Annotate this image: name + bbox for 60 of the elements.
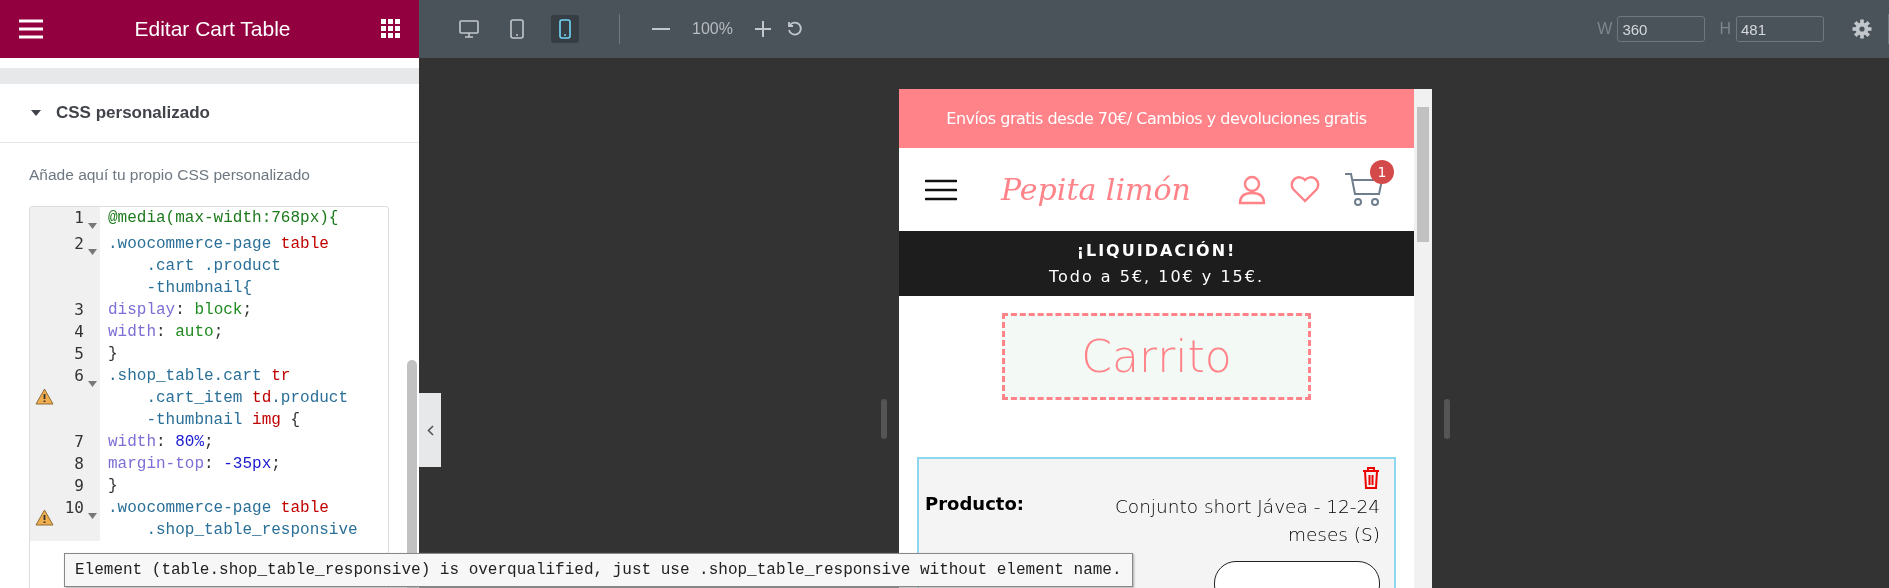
line-number: 1 [73,207,84,229]
mobile-view-button[interactable] [551,15,579,43]
settings-icon[interactable] [1852,19,1872,39]
line-number: 10 [63,497,84,519]
line-number: 6 [73,365,84,387]
reset-button[interactable] [786,21,803,37]
tablet-icon [510,19,524,39]
line-number: 3 [73,299,84,321]
sale-subtitle: Todo a 5€, 10€ y 15€. [1048,265,1265,288]
sale-title: ¡LIQUIDACIÓN! [1076,239,1237,262]
product-label: Producto: [925,493,1024,516]
heart-icon[interactable] [1290,176,1320,203]
product-name: Conjunto short Jávea - 12-24 meses (S) [1113,495,1380,547]
chevron-left-icon [426,424,434,436]
promo-banner: Envíos gratis desde 70€/ Cambios y devoluciones gratis [899,89,1414,148]
code-line: } [108,344,119,365]
panel-title: Editar Cart Table [134,17,291,41]
menu-icon[interactable] [925,178,957,201]
trash-icon[interactable] [1362,467,1380,489]
fold-icon[interactable] [88,223,97,229]
line-number: 2 [73,233,84,255]
code-line: width: auto; [108,322,225,343]
mobile-icon [559,19,571,39]
code-line: display: block; [108,300,254,321]
width-input[interactable]: 360 [1617,16,1706,42]
code-line: -thumbnail{ [145,278,254,299]
resize-handle[interactable] [1444,399,1450,439]
code-line: -thumbnail img { [145,410,302,431]
line-number: 5 [73,343,84,365]
page-heading: Carrito [1002,313,1311,400]
line-number: 7 [73,431,84,453]
code-line: .woocommerce-page table [108,498,330,519]
fold-icon[interactable] [88,513,97,519]
code-line: width: 80%; [108,432,215,453]
scrollbar[interactable] [1414,89,1432,588]
height-input[interactable]: 481 [1736,16,1824,42]
line-number: 8 [73,453,84,475]
fold-icon[interactable] [88,249,97,255]
lint-tooltip: Element (table.shop_table_responsive) is overqualified, just use .shop_table_responsive without element name. [64,553,1133,587]
line-number: 9 [73,475,84,497]
cart-count-badge: 1 [1370,159,1394,184]
desktop-icon [459,20,479,38]
code-line: margin-top: -35px; [108,454,282,475]
code-line: .shop_table.cart tr [108,366,292,387]
code-line: @media(max-width:768px){ [108,208,340,229]
section-title[interactable]: CSS personalizado [56,103,210,123]
fold-icon[interactable] [88,381,97,387]
line-number: 4 [73,321,84,343]
code-line: .cart .product [145,256,282,277]
code-line: .woocommerce-page table [108,234,330,255]
user-icon[interactable] [1238,174,1266,205]
caret-icon[interactable] [30,109,42,117]
code-line: } [108,476,119,497]
grid-icon[interactable] [381,19,401,39]
section-description: Añade aquí tu propio CSS personalizado [28,165,311,185]
resize-handle[interactable] [881,399,887,439]
code-line: .shop_table_responsive [145,520,359,541]
zoom-level: 100% [692,20,733,38]
zoom-in-button[interactable] [754,21,771,37]
code-line: .cart_item td.product [145,388,350,409]
